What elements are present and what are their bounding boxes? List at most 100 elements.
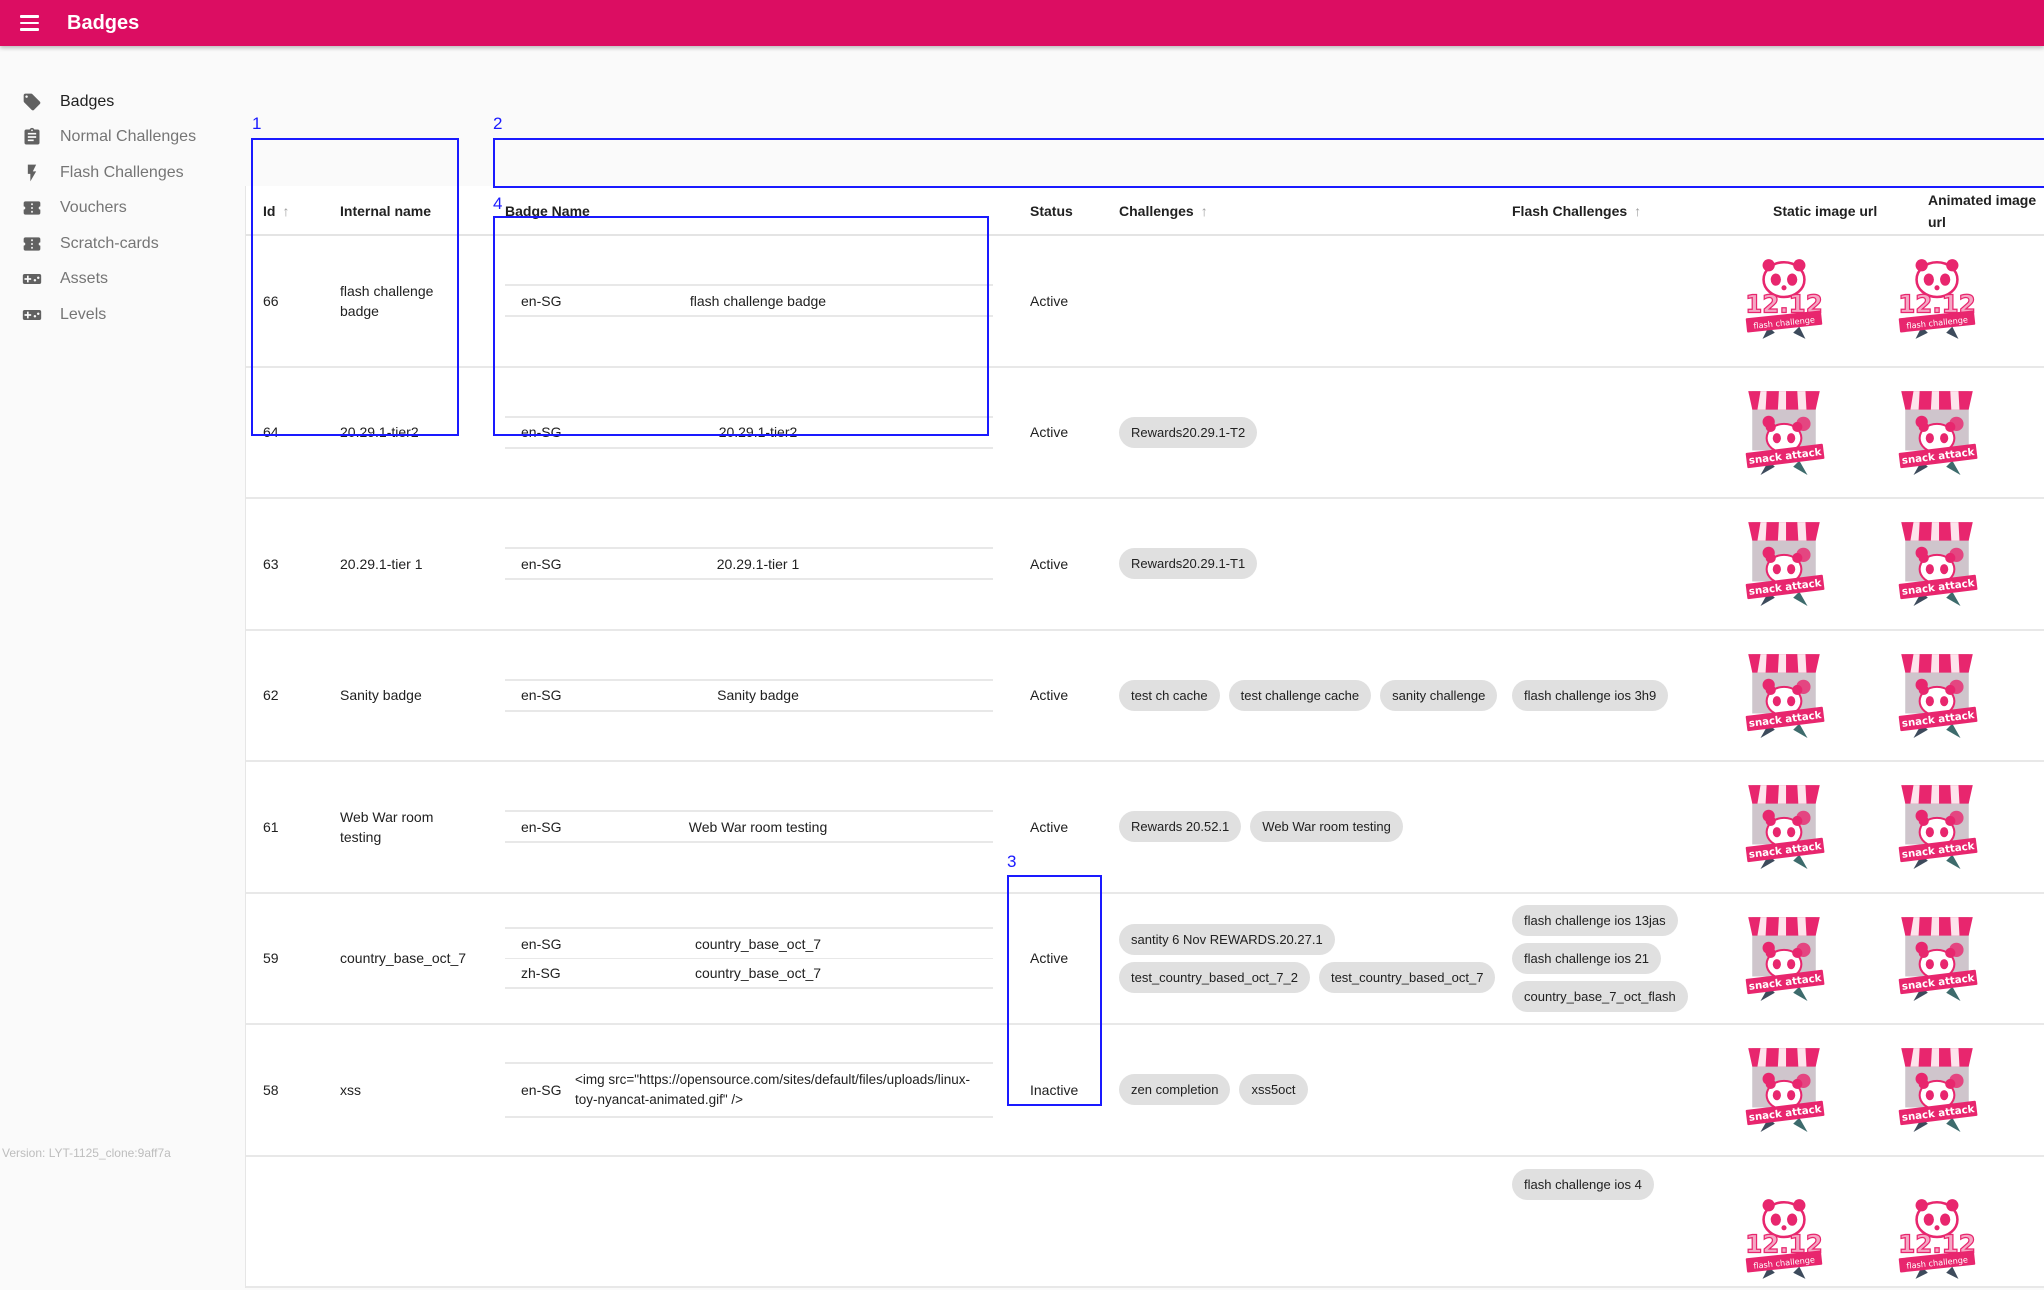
locale-label: en-SG	[521, 818, 562, 835]
cell-flash-challenges	[1512, 1025, 1742, 1155]
status-badge: Inactive	[1030, 1081, 1079, 1098]
static-image[interactable]: snack attack	[1729, 499, 1839, 629]
flash-challenge-chip[interactable]: flash challenge ios 13jas	[1512, 904, 1678, 936]
badge-name-entry: en-SG flash challenge badge	[505, 286, 993, 315]
challenge-chip[interactable]: test_country_based_oct_7	[1318, 961, 1496, 993]
column-header-status[interactable]: Status	[1030, 186, 1073, 236]
static-image[interactable]: 12.12 flash challenge	[1729, 1157, 1839, 1287]
column-header-badge-name[interactable]: Badge Name	[505, 186, 590, 236]
cell-challenges	[1119, 236, 1499, 366]
annotation-label: 2	[493, 114, 503, 133]
arrow-up-icon[interactable]: ↑	[282, 203, 289, 219]
snack-attack-badge-image: snack attack	[1738, 1040, 1830, 1139]
status-badge: Active	[1030, 687, 1069, 704]
animated-image[interactable]: snack attack	[1882, 894, 1992, 1024]
animated-image[interactable]: snack attack	[1882, 631, 1992, 761]
challenge-chip[interactable]: Rewards20.29.1-T2	[1119, 416, 1258, 448]
sidebar-item-label: Badges	[60, 92, 115, 110]
sidebar-item-label: Normal Challenges	[60, 128, 197, 146]
animated-image[interactable]: 12.12 flash challenge	[1882, 1157, 1992, 1287]
table-row[interactable]: 63 20.29.1-tier 1 en-SG 20.29.1-tier 1 Activ…	[246, 499, 2044, 631]
static-image[interactable]: snack attack	[1729, 631, 1839, 761]
table-row[interactable]: flash challenge ios 4 12.12 flash challeng…	[246, 1157, 2044, 1288]
badges-table: Id ↑ Internal name Badge Name Status Cha…	[245, 186, 2044, 1288]
challenge-chip[interactable]: test_country_based_oct_7_2	[1119, 961, 1310, 993]
flash-challenge-chip[interactable]: flash challenge ios 4	[1512, 1168, 1654, 1200]
sidebar-item-label: Vouchers	[60, 199, 127, 217]
sidebar: Badges Normal Challenges Flash Challenges V…	[0, 46, 245, 1164]
arrow-up-icon[interactable]: ↑	[1634, 203, 1641, 219]
sidebar-item-badges[interactable]: Badges	[0, 84, 245, 120]
column-header-id[interactable]: Id ↑	[263, 186, 289, 236]
menu-icon[interactable]	[20, 12, 50, 34]
status-badge: Active	[1030, 424, 1069, 441]
static-image[interactable]: snack attack	[1729, 894, 1839, 1024]
sidebar-item-vouchers[interactable]: Vouchers	[0, 191, 245, 227]
badge-name-list: en-SG 20.29.1-tier 1	[505, 547, 993, 581]
challenge-chip[interactable]: Rewards 20.52.1	[1119, 811, 1242, 843]
cell-challenges: test ch cache test challenge cache sanity …	[1119, 631, 1499, 761]
flash-challenge-chip[interactable]: flash challenge ios 21	[1512, 942, 1662, 974]
flash-challenge-chip[interactable]: flash challenge ios 3h9	[1512, 679, 1669, 711]
cell-id: 59	[263, 950, 279, 967]
static-image[interactable]: snack attack	[1729, 1025, 1839, 1155]
version-label: Version: LYT-1125_clone:9aff7a	[2, 1146, 171, 1160]
annotation-label: 3	[1007, 852, 1017, 871]
cell-badge-name: en-SG country_base_oct_7 zh-SG country_base…	[505, 894, 993, 1024]
locale-label: en-SG	[521, 935, 562, 952]
cell-id: 61	[263, 818, 279, 835]
challenge-chip[interactable]: Rewards20.29.1-T1	[1119, 548, 1258, 580]
sidebar-item-normal-challenges[interactable]: Normal Challenges	[0, 120, 245, 156]
flash-challenge-badge-image: 12.12 flash challenge	[1891, 251, 1983, 350]
column-header-animated-image[interactable]: Animated image url	[1928, 186, 2040, 236]
badge-name-value: flash challenge badge	[689, 292, 827, 309]
animated-image[interactable]: snack attack	[1882, 1025, 1992, 1155]
table-row[interactable]: 58 xss en-SG <img src="https://opensource.c…	[246, 1025, 2044, 1157]
animated-image[interactable]: snack attack	[1882, 368, 1992, 498]
challenge-chip[interactable]: zen completion	[1119, 1074, 1231, 1106]
status-badge: Active	[1030, 950, 1069, 967]
table-row[interactable]: 64 20.29.1-tier2 en-SG 20.29.1-tier2 Active R…	[246, 368, 2044, 499]
static-image[interactable]: snack attack	[1729, 762, 1839, 892]
status-badge: Active	[1030, 555, 1069, 572]
column-header-flash-challenges[interactable]: Flash Challenges ↑	[1512, 186, 1641, 236]
badge-name-value: Sanity badge	[717, 687, 799, 704]
snack-attack-badge-image: snack attack	[1891, 646, 1983, 745]
badge-name-list: en-SG <img src="https://opensource.com/si…	[505, 1061, 993, 1118]
column-header-challenges[interactable]: Challenges ↑	[1119, 186, 1208, 236]
flash-challenge-chip[interactable]: country_base_7_oct_flash	[1512, 980, 1688, 1012]
sidebar-item-label: Scratch-cards	[60, 234, 159, 252]
challenge-chip[interactable]: santity 6 Nov REWARDS.20.27.1	[1119, 923, 1335, 955]
column-header-static-image[interactable]: Static image url	[1773, 186, 1877, 236]
animated-image[interactable]: snack attack	[1882, 762, 1992, 892]
sidebar-item-label: Assets	[60, 270, 109, 288]
sidebar-item-scratch-cards[interactable]: Scratch-cards	[0, 226, 245, 262]
challenge-chip[interactable]: sanity challenge	[1380, 679, 1498, 711]
cell-flash-challenges	[1512, 499, 1742, 629]
cell-challenges: Rewards20.29.1-T1	[1119, 499, 1499, 629]
badge-name-value: country_base_oct_7	[694, 965, 822, 982]
animated-image[interactable]: snack attack	[1882, 499, 1992, 629]
challenge-chip[interactable]: test challenge cache	[1228, 679, 1372, 711]
static-image[interactable]: 12.12 flash challenge	[1729, 236, 1839, 366]
cell-internal-name: country_base_oct_7	[340, 950, 467, 967]
column-header-internal-name[interactable]: Internal name	[340, 186, 431, 236]
cell-badge-name: en-SG <img src="https://opensource.com/si…	[505, 1025, 993, 1155]
sidebar-nav: Badges Normal Challenges Flash Challenges V…	[0, 84, 245, 333]
table-row[interactable]: 61 Web War room testing en-SG Web War room …	[246, 762, 2044, 894]
arrow-up-icon[interactable]: ↑	[1201, 203, 1208, 219]
challenge-chip[interactable]: xss5oct	[1239, 1074, 1308, 1106]
table-row[interactable]: 62 Sanity badge en-SG Sanity badge Active tes…	[246, 631, 2044, 762]
static-image[interactable]: snack attack	[1729, 368, 1839, 498]
challenge-chip[interactable]: test ch cache	[1119, 679, 1220, 711]
challenge-chip[interactable]: Web War room testing	[1250, 811, 1403, 843]
sidebar-item-assets[interactable]: Assets	[0, 262, 245, 298]
gamepad-icon	[22, 269, 42, 289]
clipboard-icon	[22, 127, 42, 147]
table-row[interactable]: 66 flash challenge badge en-SG flash challe…	[246, 236, 2044, 368]
animated-image[interactable]: 12.12 flash challenge	[1882, 236, 1992, 366]
cell-flash-challenges	[1512, 236, 1742, 366]
sidebar-item-flash-challenges[interactable]: Flash Challenges	[0, 155, 245, 191]
sidebar-item-levels[interactable]: Levels	[0, 297, 245, 333]
table-row[interactable]: 59 country_base_oct_7 en-SG country_base_oc…	[246, 894, 2044, 1025]
